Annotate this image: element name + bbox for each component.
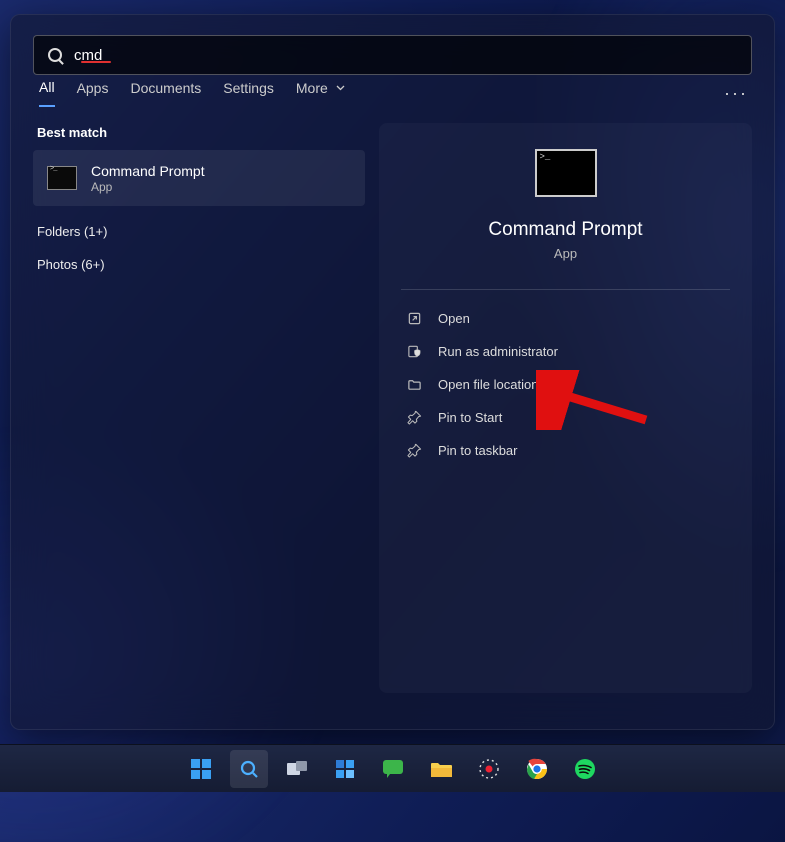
divider — [401, 289, 730, 290]
action-label: Run as administrator — [438, 344, 558, 359]
action-pin-start[interactable]: Pin to Start — [401, 401, 730, 434]
search-icon — [48, 48, 62, 62]
taskbar-widgets[interactable] — [326, 750, 364, 788]
taskbar — [0, 744, 785, 792]
taskbar-app[interactable] — [470, 750, 508, 788]
action-pin-taskbar[interactable]: Pin to taskbar — [401, 434, 730, 467]
detail-title: Command Prompt — [401, 219, 730, 241]
taskbar-spotify[interactable] — [566, 750, 604, 788]
taskbar-chrome[interactable] — [518, 750, 556, 788]
taskbar-taskview[interactable] — [278, 750, 316, 788]
best-match-label: Best match — [37, 125, 365, 140]
best-match-item[interactable]: Command Prompt App — [33, 150, 365, 206]
chevron-down-icon — [336, 78, 345, 94]
search-box[interactable] — [33, 35, 752, 75]
tabs: All Apps Documents Settings More ··· — [11, 79, 774, 117]
action-label: Pin to Start — [438, 410, 502, 425]
best-match-subtitle: App — [91, 180, 205, 194]
taskbar-explorer[interactable] — [422, 750, 460, 788]
best-match-text: Command Prompt App — [91, 162, 205, 194]
results-column: Best match Command Prompt App Folders (1… — [33, 123, 365, 693]
shield-icon — [407, 344, 422, 359]
actions-list: Open Run as administrator Open file loca… — [401, 302, 730, 467]
tab-more-label: More — [296, 80, 328, 96]
folder-icon — [407, 377, 422, 392]
search-input[interactable] — [74, 47, 737, 64]
open-icon — [407, 311, 422, 326]
action-label: Open file location — [438, 377, 538, 392]
action-open-location[interactable]: Open file location — [401, 368, 730, 401]
detail-app-icon — [535, 149, 597, 197]
photos-result[interactable]: Photos (6+) — [37, 257, 365, 272]
tab-documents[interactable]: Documents — [130, 80, 201, 106]
tab-apps[interactable]: Apps — [77, 80, 109, 106]
taskbar-search[interactable] — [230, 750, 268, 788]
action-label: Pin to taskbar — [438, 443, 518, 458]
taskbar-chat[interactable] — [374, 750, 412, 788]
more-options-button[interactable]: ··· — [724, 83, 748, 104]
folders-result[interactable]: Folders (1+) — [37, 224, 365, 239]
search-row — [11, 15, 774, 79]
detail-pane: Command Prompt App Open Run as administr… — [379, 123, 752, 693]
tab-more[interactable]: More — [296, 80, 345, 106]
taskbar-start[interactable] — [182, 750, 220, 788]
cmd-icon — [47, 166, 77, 190]
detail-subtitle: App — [401, 246, 730, 261]
pin-icon — [407, 410, 422, 425]
search-panel: All Apps Documents Settings More ··· Bes… — [10, 14, 775, 730]
tab-all[interactable]: All — [39, 79, 55, 107]
action-open[interactable]: Open — [401, 302, 730, 335]
pin-icon — [407, 443, 422, 458]
best-match-title: Command Prompt — [91, 162, 205, 180]
action-label: Open — [438, 311, 470, 326]
tab-settings[interactable]: Settings — [223, 80, 274, 106]
action-run-admin[interactable]: Run as administrator — [401, 335, 730, 368]
